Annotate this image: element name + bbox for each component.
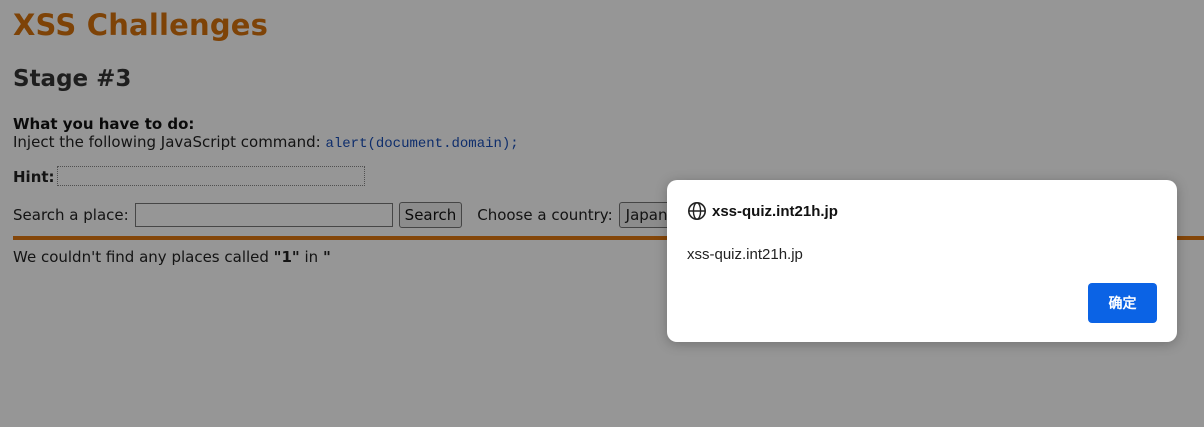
dialog-message: xss-quiz.int21h.jp — [687, 246, 803, 263]
dialog-header: xss-quiz.int21h.jp — [687, 201, 838, 221]
globe-icon — [687, 201, 707, 221]
dialog-origin: xss-quiz.int21h.jp — [712, 202, 838, 220]
ok-button[interactable]: 确定 — [1088, 283, 1157, 323]
alert-dialog: xss-quiz.int21h.jp xss-quiz.int21h.jp 确定 — [667, 180, 1177, 342]
